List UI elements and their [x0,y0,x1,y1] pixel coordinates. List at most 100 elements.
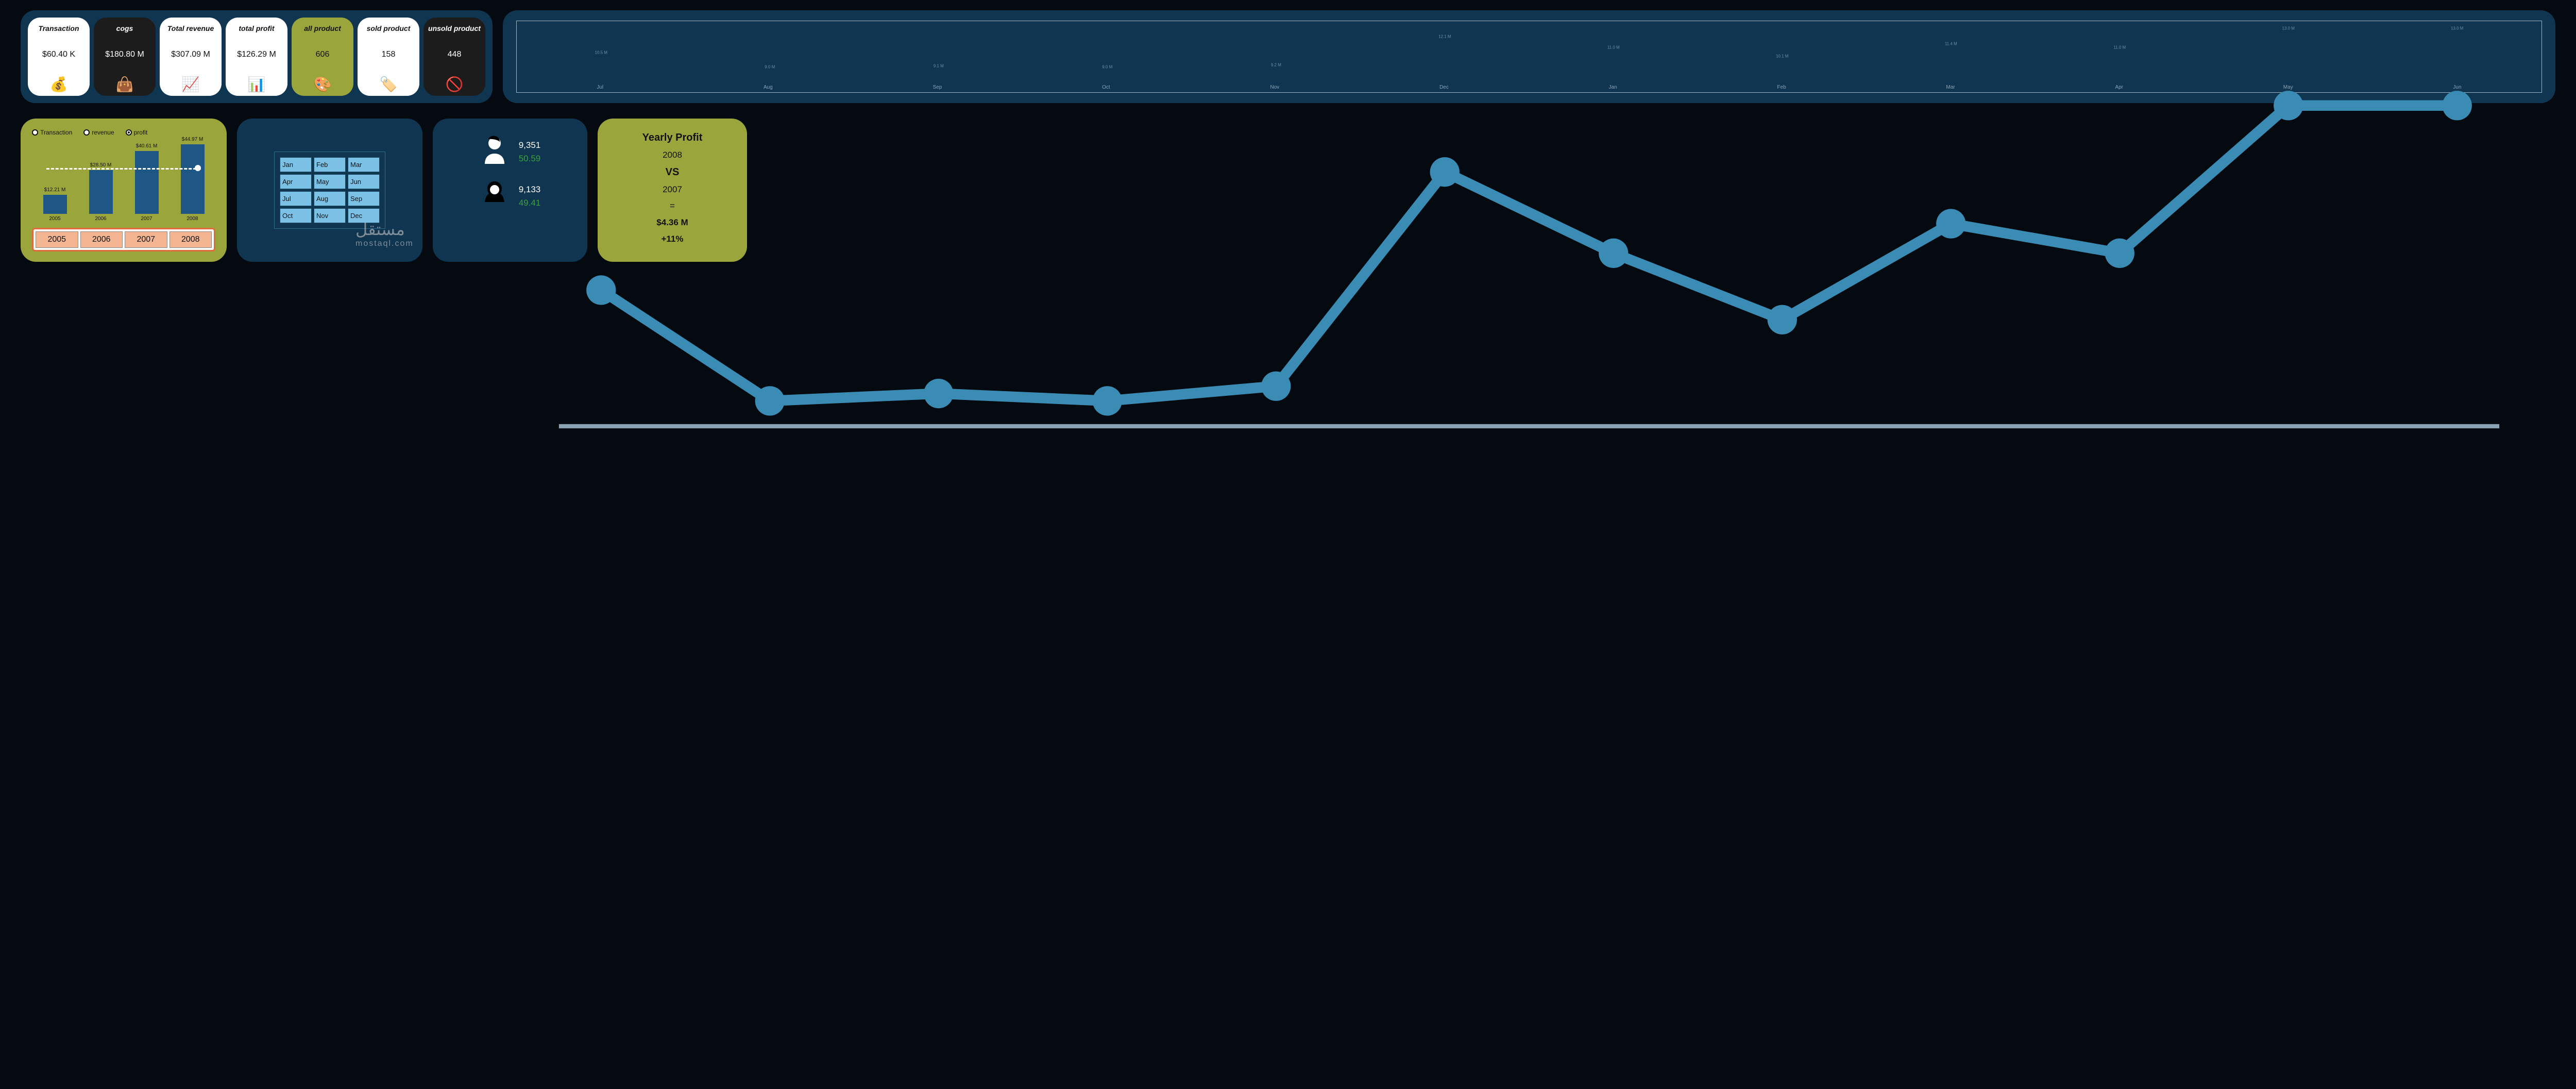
bar-value-label: $40.61 M [136,143,158,149]
spark-point-label: 11.0 M [2113,45,2126,50]
spark-point-label: 13.0 M [2451,26,2463,30]
kpi-icon: 👜 [116,76,134,93]
kpi-card[interactable]: unsold product 448 🚫 [423,18,485,96]
spark-axis-label: Sep [933,85,942,90]
kpi-icon: 🚫 [446,76,464,93]
kpi-title: total profit [239,25,274,32]
profit-bar-chart: $12.21 M2005 $28.50 M 2006 $40.61 M2007 $44.… [32,139,215,222]
kpi-card[interactable]: total profit $126.29 M 📊 [226,18,287,96]
month-button-feb[interactable]: Feb [314,157,346,172]
yearly-profit-card: Yearly Profit 2008 VS 2007 = $4.36 M +11… [598,119,747,262]
kpi-card[interactable]: all product606🎨 [292,18,353,96]
spark-axis-label: Apr [2115,85,2123,90]
measure-radio-revenue[interactable]: revenue [83,129,114,136]
bar-2008[interactable]: $44.97 M2008 [179,137,207,222]
yearly-title: Yearly Profit [642,132,703,144]
month-button-jul[interactable]: Jul [280,191,312,206]
kpi-value: 448 [448,50,462,59]
kpi-card[interactable]: sold product 158 🏷️ [358,18,419,96]
kpi-value: $126.29 M [237,50,276,59]
month-button-sep[interactable]: Sep [348,191,380,206]
profit-bar-card: Transaction revenue profit $12.21 M2005 $28… [21,119,227,262]
bar-2006[interactable]: $28.50 M 2006 [87,162,115,222]
bar-year-label: 2005 [49,216,60,222]
month-button-may[interactable]: May [314,174,346,189]
gender-card: 9,351 50.59 9,133 49.41 [433,119,587,262]
month-slicer-card: JanFebMar AprMayJun JulAugSep OctNovDec [237,119,422,262]
year-button-2005[interactable]: 2005 [36,231,78,248]
trend-line [46,168,200,170]
bar-rect [43,195,67,214]
kpi-title: Transaction [38,25,79,32]
bar-rect [89,170,113,214]
spark-point-label: 12.1 M [1438,35,1451,39]
month-button-jun[interactable]: Jun [348,174,380,189]
bar-value-label: $44.97 M [182,137,204,142]
spark-axis-label: Jul [597,85,603,90]
year-selector: 2005200620072008 [32,228,215,252]
kpi-card[interactable]: cogs$180.80 M👜 [94,18,156,96]
year-button-2008[interactable]: 2008 [170,231,212,248]
kpi-icon: 🎨 [314,76,332,93]
kpi-icon: 📊 [248,76,266,93]
kpi-card[interactable]: Total revenue $307.09 M 📈 [160,18,222,96]
yearly-pct: +11% [661,234,683,244]
monthly-line-chart: JulAugSepOctNovDecJanFebMarAprMayJun 10.… [516,21,2542,93]
measure-radio-profit[interactable]: profit [126,129,148,136]
radio-label: profit [134,129,148,136]
monthly-line-card: JulAugSepOctNovDecJanFebMarAprMayJun 10.… [503,10,2555,103]
female-pct: 49.41 [519,198,541,208]
month-button-apr[interactable]: Apr [280,174,312,189]
spark-axis-label: May [2283,85,2293,90]
bar-rect [181,144,205,214]
yearly-vs: VS [666,166,680,178]
month-button-nov[interactable]: Nov [314,208,346,223]
radio-dot-icon [126,129,132,136]
spark-axis-label: Aug [764,85,773,90]
bar-value-label: $28.50 M [90,162,112,168]
yearly-eq: = [670,201,675,211]
spark-axis-label: Dec [1439,85,1449,90]
spark-axis-label: Jan [1609,85,1617,90]
measure-radio-transaction[interactable]: Transaction [32,129,72,136]
spark-point-label: 9.2 M [1271,62,1281,67]
spark-point-label: 9.1 M [934,63,944,68]
month-button-jan[interactable]: Jan [280,157,312,172]
bar-rect [135,151,159,214]
spark-point-label: 10.1 M [1776,54,1788,59]
spark-axis-label: Feb [1777,85,1786,90]
kpi-icon: 💰 [50,76,68,93]
kpi-value: $307.09 M [171,50,210,59]
bar-2005[interactable]: $12.21 M2005 [41,187,69,222]
kpi-title: sold product [367,25,411,32]
male-icon [480,134,510,170]
month-button-oct[interactable]: Oct [280,208,312,223]
spark-axis-label: Mar [1946,85,1955,90]
radio-label: Transaction [40,129,72,136]
month-button-mar[interactable]: Mar [348,157,380,172]
kpi-icon: 📈 [182,76,200,93]
kpi-title: Total revenue [167,25,214,32]
year-button-2006[interactable]: 2006 [80,231,123,248]
month-button-aug[interactable]: Aug [314,191,346,206]
spark-point-label: 11.0 M [1607,45,1620,50]
radio-dot-icon [83,129,90,136]
spark-point-label: 9.0 M [765,64,775,69]
bar-2007[interactable]: $40.61 M2007 [133,143,161,222]
spark-point-label: 10.5 M [595,50,607,55]
kpi-title: cogs [116,25,133,32]
year-button-2007[interactable]: 2007 [125,231,167,248]
trend-endpoint [195,165,201,171]
kpi-value: 606 [316,50,330,59]
kpi-card[interactable]: Transaction $60.40 K 💰 [28,18,90,96]
spark-point-label: 11.4 M [1945,41,1957,46]
month-button-dec[interactable]: Dec [348,208,380,223]
yearly-year-a: 2008 [663,150,682,160]
bar-year-label: 2006 [95,216,106,222]
measure-radio-group: Transaction revenue profit [32,129,215,136]
kpi-title: unsold product [428,25,481,32]
kpi-value: 158 [382,50,396,59]
radio-label: revenue [92,129,114,136]
kpi-icon: 🏷️ [380,76,398,93]
kpi-value: $60.40 K [42,50,75,59]
